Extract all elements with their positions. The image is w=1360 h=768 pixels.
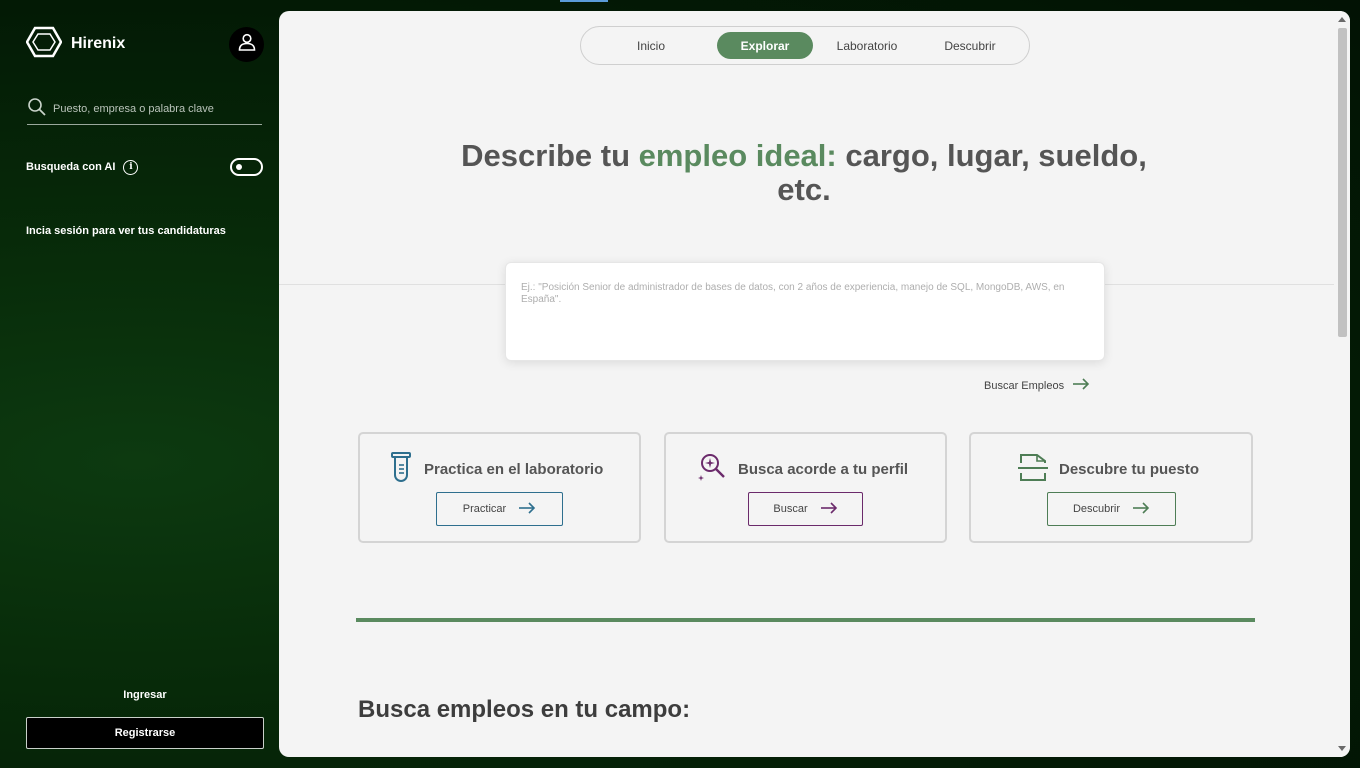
top-accent-bar: [560, 0, 608, 2]
ai-search-label: Busqueda con AI: [26, 161, 116, 173]
card-perfil: Busca acorde a tu perfil Buscar: [664, 432, 947, 543]
practicar-label: Practicar: [462, 503, 507, 515]
ingresar-link[interactable]: Ingresar: [26, 689, 264, 701]
arrow-right-icon: [820, 501, 838, 517]
search-icon: [27, 97, 47, 122]
info-icon[interactable]: i: [123, 159, 139, 175]
card-puesto: Descubre tu puesto Descubrir: [969, 432, 1253, 543]
card-laboratorio: Practica en el laboratorio Practicar: [358, 432, 641, 543]
sidebar-search: [27, 94, 262, 125]
login-hint: Incia sesión para ver tus candidaturas: [26, 225, 226, 237]
tab-explorar[interactable]: Explorar: [717, 32, 813, 59]
practicar-button[interactable]: Practicar: [436, 492, 563, 526]
card-puesto-title: Descubre tu puesto: [1059, 461, 1200, 478]
headline-part1: Describe tu: [461, 138, 639, 173]
descubrir-label: Descubrir: [1072, 503, 1121, 515]
job-query-input[interactable]: [506, 263, 1104, 360]
hero-headline: Describe tu empleo ideal: cargo, lugar, …: [459, 139, 1149, 207]
card-perfil-title: Busca acorde a tu perfil: [738, 461, 909, 478]
section-divider: [356, 618, 1255, 622]
arrow-right-icon: [1132, 501, 1150, 517]
card-laboratorio-title: Practica en el laboratorio: [424, 461, 604, 478]
user-icon: [237, 32, 257, 57]
ai-search-toggle[interactable]: [230, 158, 263, 176]
scroll-down-arrow-icon[interactable]: [1338, 746, 1346, 751]
card-puesto-head: Descubre tu puesto: [1017, 451, 1237, 488]
ai-search-row: Busqueda con AI i: [26, 157, 263, 177]
arrow-right-icon: [518, 501, 536, 517]
nav-tabs: Inicio Explorar Laboratorio Descubrir: [580, 26, 1030, 65]
user-account-button[interactable]: [229, 27, 264, 62]
job-query-box: [505, 262, 1105, 361]
brand[interactable]: Hirenix: [25, 26, 126, 63]
headline-accent: empleo ideal:: [638, 138, 837, 173]
buscar-button[interactable]: Buscar: [748, 492, 863, 526]
search-jobs-link[interactable]: Buscar Empleos: [984, 378, 1090, 393]
buscar-label: Buscar: [773, 503, 808, 515]
registrarse-button[interactable]: Registrarse: [26, 717, 264, 749]
scroll-up-arrow-icon[interactable]: [1338, 17, 1346, 22]
tab-laboratorio[interactable]: Laboratorio: [813, 32, 921, 59]
tab-inicio[interactable]: Inicio: [585, 32, 717, 59]
scrollbar[interactable]: [1334, 11, 1350, 757]
test-tube-icon: [388, 451, 414, 488]
section-title: Busca empleos en tu campo:: [358, 696, 691, 723]
arrow-right-icon: [1072, 378, 1090, 393]
magnify-sparkle-icon: [696, 451, 728, 488]
search-jobs-label: Buscar Empleos: [984, 379, 1065, 392]
brand-name: Hirenix: [71, 35, 126, 52]
main-panel: Inicio Explorar Laboratorio Descubrir De…: [279, 11, 1350, 757]
sidebar: Hirenix Busqueda con AI i Incia sesión p…: [0, 0, 279, 768]
card-laboratorio-head: Practica en el laboratorio: [388, 451, 618, 488]
hexagon-logo-icon: [25, 26, 63, 63]
card-perfil-head: Busca acorde a tu perfil: [696, 451, 936, 488]
descubrir-button[interactable]: Descubrir: [1047, 492, 1176, 526]
scroll-thumb[interactable]: [1338, 28, 1347, 337]
search-input[interactable]: [53, 103, 253, 115]
tab-descubrir[interactable]: Descubrir: [921, 32, 1019, 59]
document-scan-icon: [1017, 451, 1049, 488]
